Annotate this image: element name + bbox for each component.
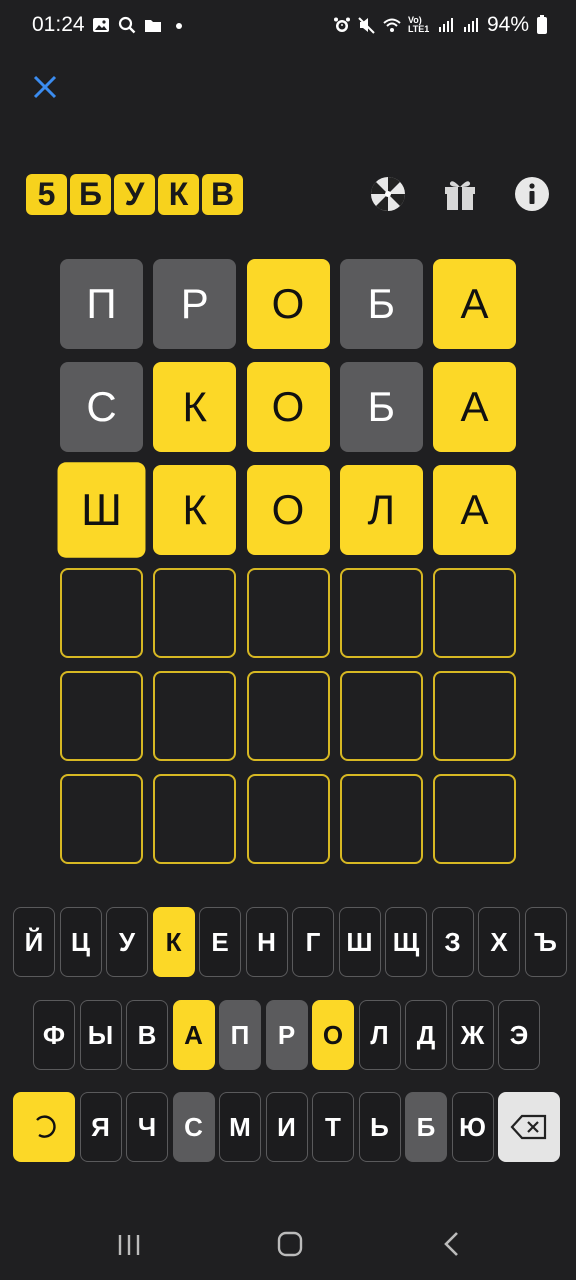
logo-letter: Б bbox=[70, 174, 111, 215]
key-letter[interactable]: С bbox=[172, 1092, 215, 1162]
logo-letter: 5 bbox=[26, 174, 67, 215]
letter-tile: О bbox=[246, 259, 330, 349]
key-letter[interactable]: И bbox=[265, 1092, 308, 1162]
key-letter[interactable]: Ф bbox=[33, 1000, 75, 1070]
key-letter[interactable]: Ю bbox=[451, 1092, 494, 1162]
signal-1-icon bbox=[438, 18, 453, 32]
game-board: ПРОБАСКОБАШКОЛА bbox=[57, 259, 516, 864]
battery-icon bbox=[537, 15, 547, 34]
key-letter[interactable]: К bbox=[152, 907, 195, 977]
loading-key[interactable] bbox=[13, 1092, 75, 1162]
key-letter[interactable]: А bbox=[172, 1000, 215, 1070]
key-letter[interactable]: Т bbox=[312, 1092, 354, 1162]
empty-tile bbox=[246, 671, 330, 761]
backspace-key[interactable] bbox=[498, 1092, 560, 1162]
logo-letter: В bbox=[202, 174, 243, 215]
key-letter[interactable]: Ъ bbox=[524, 907, 567, 977]
key-letter[interactable]: Х bbox=[478, 907, 520, 977]
folder-icon bbox=[145, 20, 161, 32]
network-label: Vo) LTE1 bbox=[407, 15, 430, 34]
keyboard-row-1: ЙЦУКЕНГШЩЗХЪ bbox=[0, 907, 576, 977]
letter-tile: К bbox=[153, 362, 237, 452]
empty-tile bbox=[246, 774, 330, 864]
empty-tile bbox=[60, 671, 143, 761]
empty-tile bbox=[153, 774, 237, 864]
letter-tile: К bbox=[153, 465, 237, 555]
key-letter[interactable]: Ь bbox=[358, 1092, 401, 1162]
wheel-icon[interactable] bbox=[370, 176, 406, 212]
wifi-icon bbox=[383, 18, 401, 32]
key-letter[interactable]: Л bbox=[358, 1000, 401, 1070]
gift-icon[interactable] bbox=[442, 176, 478, 212]
empty-tile bbox=[153, 568, 237, 658]
empty-tile bbox=[153, 671, 237, 761]
letter-tile: П bbox=[60, 259, 143, 349]
back-icon[interactable] bbox=[440, 1230, 464, 1258]
keyboard-row-3: ЯЧСМИТЬБЮ bbox=[0, 1092, 576, 1162]
status-time: 01:24 bbox=[32, 13, 85, 36]
mute-icon bbox=[358, 17, 375, 34]
letter-tile: Б bbox=[339, 259, 423, 349]
key-letter[interactable]: Ц bbox=[59, 907, 102, 977]
key-letter[interactable]: Н bbox=[245, 907, 288, 977]
key-letter[interactable]: Ы bbox=[79, 1000, 122, 1070]
empty-tile bbox=[60, 568, 143, 658]
key-letter[interactable]: Б bbox=[405, 1092, 447, 1162]
key-letter[interactable]: Ш bbox=[338, 907, 381, 977]
key-letter[interactable]: Р bbox=[265, 1000, 308, 1070]
logo-letter: К bbox=[158, 174, 199, 215]
dot-icon bbox=[176, 23, 182, 29]
key-letter[interactable]: Я bbox=[79, 1092, 122, 1162]
empty-tile bbox=[433, 671, 516, 761]
key-letter[interactable]: П bbox=[219, 1000, 261, 1070]
empty-tile bbox=[433, 568, 516, 658]
recent-apps-icon[interactable] bbox=[116, 1232, 142, 1258]
key-letter[interactable]: Э bbox=[498, 1000, 540, 1070]
keyboard-row-2: ФЫВАПРОЛДЖЭ bbox=[0, 1000, 576, 1070]
key-letter[interactable]: Ж bbox=[451, 1000, 494, 1070]
empty-tile bbox=[433, 774, 516, 864]
alarm-icon bbox=[333, 17, 350, 32]
empty-tile bbox=[60, 774, 143, 864]
key-letter[interactable]: У bbox=[106, 907, 148, 977]
letter-tile: А bbox=[433, 259, 516, 349]
letter-tile: О bbox=[246, 362, 330, 452]
letter-tile: С bbox=[60, 362, 143, 452]
navigation-bar bbox=[0, 1210, 576, 1280]
close-icon[interactable] bbox=[30, 72, 60, 102]
key-letter[interactable]: Е bbox=[199, 907, 241, 977]
key-letter[interactable]: Г bbox=[292, 907, 334, 977]
key-letter[interactable]: Д bbox=[405, 1000, 447, 1070]
empty-tile bbox=[339, 568, 423, 658]
key-letter[interactable]: М bbox=[219, 1092, 261, 1162]
info-icon[interactable] bbox=[514, 176, 550, 212]
key-letter[interactable]: Щ bbox=[385, 907, 427, 977]
letter-tile: А bbox=[433, 465, 516, 555]
letter-tile: Л bbox=[339, 465, 423, 555]
key-letter[interactable]: Ч bbox=[126, 1092, 168, 1162]
empty-tile bbox=[339, 774, 423, 864]
home-icon[interactable] bbox=[276, 1230, 304, 1258]
gallery-icon bbox=[93, 18, 109, 32]
letter-tile: А bbox=[433, 362, 516, 452]
search-icon bbox=[118, 16, 136, 34]
empty-tile bbox=[246, 568, 330, 658]
status-bar: 01:24 Vo) LTE1 94% bbox=[0, 0, 576, 52]
key-letter[interactable]: О bbox=[312, 1000, 354, 1070]
letter-tile: Р bbox=[153, 259, 237, 349]
letter-tile: О bbox=[246, 465, 330, 555]
logo-letter: У bbox=[114, 174, 155, 215]
loading-icon bbox=[36, 1115, 56, 1138]
game-logo: 5 Б У К В bbox=[26, 174, 243, 215]
key-letter[interactable]: В bbox=[126, 1000, 168, 1070]
letter-tile: Б bbox=[339, 362, 423, 452]
backspace-icon bbox=[510, 1114, 547, 1140]
key-letter[interactable]: Й bbox=[13, 907, 55, 977]
signal-2-icon bbox=[463, 18, 478, 32]
letter-tile: Ш bbox=[57, 462, 146, 558]
key-letter[interactable]: З bbox=[431, 907, 474, 977]
battery-percent: 94% bbox=[486, 13, 529, 36]
empty-tile bbox=[339, 671, 423, 761]
